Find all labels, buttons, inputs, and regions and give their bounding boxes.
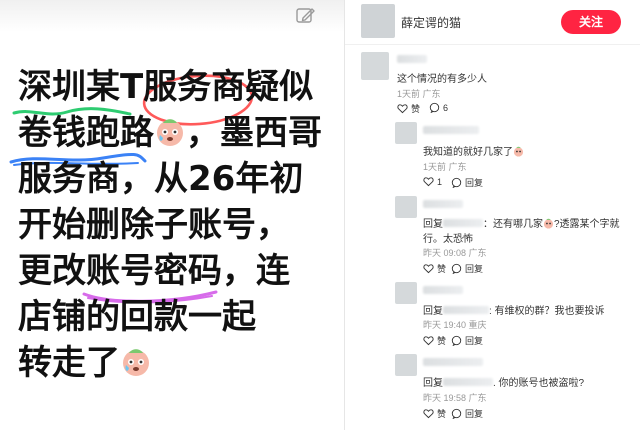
redacted-username — [443, 306, 489, 314]
comment-text-part: ?透露某个字就 — [554, 219, 620, 230]
heart-icon — [397, 104, 408, 114]
post-line: 深圳某T服务商疑似 — [18, 67, 314, 107]
comments-panel: 薛定谔的猫 关注 这个情况的有多少人 1天前 广东 赞 6 我知道的就好几家了 … — [345, 0, 640, 430]
heart-icon — [423, 177, 434, 187]
reply-label: 回复 — [465, 178, 484, 188]
emoji-icon — [543, 218, 554, 229]
avatar[interactable] — [395, 354, 417, 376]
post-line: 更改账号密码，连 — [18, 251, 290, 291]
comment-icon — [451, 335, 462, 346]
redacted-username — [423, 286, 463, 294]
post-line-fragment: 卷钱跑路 — [18, 113, 154, 153]
post-line-fragment: 转走了 — [18, 343, 120, 383]
like-label: 赞 — [437, 264, 447, 274]
comment-meta: 1天前 广东 — [423, 162, 467, 172]
comment-icon — [451, 263, 462, 274]
reply-button[interactable]: 6 — [429, 102, 448, 113]
header-divider — [345, 44, 640, 45]
emoji-icon — [157, 119, 183, 146]
like-label: 赞 — [437, 336, 447, 346]
comment-text: 我知道的就好几家了 — [423, 143, 524, 158]
comment-text: 回复 : 有维权的群？我也要投诉 — [423, 302, 605, 317]
heart-icon — [423, 264, 434, 274]
reply-label: 回复 — [465, 336, 484, 346]
follow-button[interactable]: 关注 — [561, 10, 621, 34]
reply-label: 回复 — [465, 409, 484, 419]
comment-text-part: : 有维权的群？我也要投诉 — [489, 306, 605, 317]
emoji-icon — [513, 146, 524, 157]
post-line: 转走了 — [18, 340, 338, 386]
post-body: 深圳某T服务商疑似 卷钱跑路 ，墨西哥 服务商，从26年初 开始删除子账号， 更改… — [18, 64, 338, 386]
reply-button[interactable]: 回复 — [451, 262, 483, 275]
avatar[interactable] — [395, 122, 417, 144]
reply-button[interactable]: 回复 — [451, 334, 483, 347]
reply-button[interactable]: 回复 — [451, 407, 483, 420]
reply-prefix: 回复 — [423, 306, 443, 317]
reply-prefix: 回复 — [423, 219, 443, 230]
redacted-username — [443, 219, 483, 227]
comment-meta: 1天前 广东 — [397, 89, 441, 99]
comment-text: 这个情况的有多少人 — [397, 74, 487, 85]
comment-meta: 昨天 09:08 广东 — [423, 248, 487, 258]
redacted-username — [397, 55, 427, 63]
image-top-shade — [0, 0, 344, 32]
comment-text-part: . 你的账号也被盗啦? — [493, 378, 585, 389]
post-line-fragment: ，墨西哥 — [186, 113, 322, 153]
avatar[interactable] — [361, 52, 389, 80]
redacted-username — [443, 378, 493, 386]
like-label: 赞 — [437, 409, 447, 419]
reply-prefix: 回复 — [423, 378, 443, 389]
post-image: 深圳某T服务商疑似 卷钱跑路 ，墨西哥 服务商，从26年初 开始删除子账号， 更改… — [0, 0, 344, 430]
reply-button[interactable]: 回复 — [451, 176, 483, 189]
author-avatar[interactable] — [361, 4, 395, 38]
redacted-username — [423, 358, 483, 366]
comment-text-continued: 行。太恐怖 — [423, 234, 473, 245]
reply-count: 6 — [443, 102, 449, 113]
comment-icon — [451, 408, 462, 419]
heart-icon — [423, 409, 434, 419]
like-label: 赞 — [411, 104, 421, 114]
reply-label: 回复 — [465, 264, 484, 274]
post-line: 开始删除子账号， — [18, 205, 290, 245]
redacted-username — [423, 126, 479, 134]
comment-text-part: 我知道的就好几家了 — [423, 147, 513, 158]
like-button[interactable]: 赞 — [423, 334, 446, 347]
post-line: 卷钱跑路 ，墨西哥 — [18, 110, 338, 156]
heart-icon — [423, 336, 434, 346]
emoji-icon — [123, 349, 149, 376]
avatar[interactable] — [395, 196, 417, 218]
like-count: 1 — [437, 176, 443, 187]
redacted-username — [423, 200, 463, 208]
post-line: 服务商，从26年初 — [18, 159, 304, 199]
like-button[interactable]: 赞 — [423, 407, 446, 420]
comment-text: 回复 . 你的账号也被盗啦? — [423, 374, 584, 389]
like-button[interactable]: 赞 — [397, 102, 420, 115]
comment-icon — [451, 177, 462, 188]
comment-meta: 昨天 19:40 重庆 — [423, 320, 487, 330]
post-line: 店铺的回款一起 — [18, 297, 256, 337]
edit-icon[interactable] — [294, 6, 318, 26]
like-button[interactable]: 1 — [423, 176, 442, 187]
comment-meta: 昨天 19:58 广东 — [423, 393, 487, 403]
author-name[interactable]: 薛定谔的猫 — [401, 14, 461, 31]
comment-icon — [429, 102, 440, 113]
comment-text: 回复 ：还有哪几家 ?透露某个字就 — [423, 215, 620, 230]
like-button[interactable]: 赞 — [423, 262, 446, 275]
avatar[interactable] — [395, 282, 417, 304]
comment-text-part: ：还有哪几家 — [483, 219, 543, 230]
